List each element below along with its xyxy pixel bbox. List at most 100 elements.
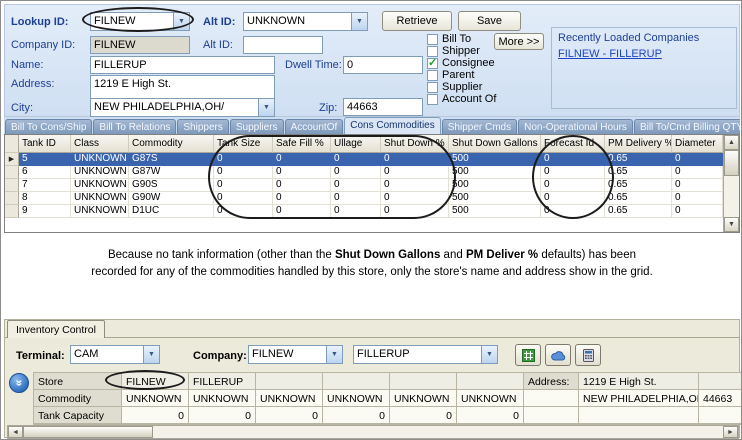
tab-inventory-control[interactable]: Inventory Control — [7, 320, 105, 338]
cell[interactable]: 0 — [381, 179, 449, 192]
cell[interactable]: 0 — [273, 179, 331, 192]
tab-non-operational-hours[interactable]: Non-Operational Hours — [518, 119, 633, 134]
cell[interactable]: 500 — [449, 205, 541, 218]
tab-suppliers[interactable]: Suppliers — [230, 119, 284, 134]
vertical-scrollbar[interactable]: ▲ ▼ — [723, 135, 739, 232]
cell[interactable]: 500 — [449, 192, 541, 205]
cell[interactable]: 0 — [331, 205, 381, 218]
cell[interactable]: 9 — [19, 205, 71, 218]
col-header-ullage[interactable]: Ullage — [331, 135, 381, 153]
terminal-combo[interactable]: CAM ▼ — [70, 345, 160, 364]
cell[interactable]: 0 — [273, 166, 331, 179]
cell[interactable]: G90W — [129, 192, 214, 205]
consignee-checkbox[interactable]: ✓ — [427, 58, 438, 69]
expand-rows-button[interactable]: » — [9, 373, 29, 393]
cell[interactable]: G87W — [129, 166, 214, 179]
cell[interactable]: 500 — [449, 153, 541, 166]
cell[interactable]: 0 — [672, 192, 723, 205]
cell[interactable]: 0 — [214, 205, 273, 218]
more-button[interactable]: More >> — [494, 33, 544, 50]
cell[interactable]: 0 — [331, 166, 381, 179]
col-header-shut-down-pct[interactable]: Shut Down % — [381, 135, 449, 153]
cell[interactable]: 7 — [19, 179, 71, 192]
save-button[interactable]: Save — [458, 11, 521, 31]
alt-id2-field[interactable] — [243, 36, 323, 54]
cell[interactable]: UNKNOWN — [71, 153, 129, 166]
col-header-tank-size[interactable]: Tank Size — [214, 135, 273, 153]
cell[interactable]: 0 — [273, 192, 331, 205]
dwell-time-field[interactable]: 0 — [343, 56, 423, 74]
cell[interactable]: UNKNOWN — [71, 179, 129, 192]
cell[interactable]: 0 — [381, 166, 449, 179]
cell[interactable]: 0.65 — [605, 192, 672, 205]
cell[interactable]: 0.65 — [605, 166, 672, 179]
cell[interactable]: 0 — [541, 179, 605, 192]
col-header-diameter[interactable]: Diameter — [672, 135, 723, 153]
col-header-shut-down-gallons[interactable]: Shut Down Gallons — [449, 135, 541, 153]
cell[interactable]: UNKNOWN — [71, 166, 129, 179]
col-header-class[interactable]: Class — [71, 135, 129, 153]
cell[interactable]: 0 — [214, 192, 273, 205]
cloud-button[interactable] — [545, 344, 571, 366]
table-row[interactable]: 9 UNKNOWN D1UC 0 0 0 0 500 0 0.65 0 — [5, 205, 739, 218]
account-of-checkbox[interactable] — [427, 94, 438, 105]
tab-account-of[interactable]: AccountOf — [285, 119, 344, 134]
cell[interactable]: 0.65 — [605, 179, 672, 192]
company-name-combo[interactable]: FILLERUP ▼ — [353, 345, 498, 364]
company-combo[interactable]: FILNEW ▼ — [248, 345, 343, 364]
tab-bill-to-relations[interactable]: Bill To Relations — [93, 119, 176, 134]
cell[interactable]: 0 — [541, 166, 605, 179]
cell[interactable]: G90S — [129, 179, 214, 192]
cell[interactable]: 0 — [381, 205, 449, 218]
scrollbar-thumb[interactable] — [23, 426, 153, 438]
cell[interactable]: 500 — [449, 166, 541, 179]
cell[interactable]: D1UC — [129, 205, 214, 218]
cell[interactable]: 0.65 — [605, 153, 672, 166]
supplier-checkbox[interactable] — [427, 82, 438, 93]
cell[interactable]: 0 — [331, 192, 381, 205]
table-row[interactable]: 7 UNKNOWN G90S 0 0 0 0 500 0 0.65 0 — [5, 179, 739, 192]
name-field[interactable]: FILLERUP — [90, 56, 275, 74]
horizontal-scrollbar[interactable]: ◄ ► — [7, 425, 739, 439]
cell[interactable]: UNKNOWN — [71, 192, 129, 205]
scroll-right-button[interactable]: ► — [723, 426, 738, 438]
cell[interactable]: 500 — [449, 179, 541, 192]
cell[interactable]: 0 — [672, 166, 723, 179]
cell[interactable]: UNKNOWN — [71, 205, 129, 218]
cell[interactable]: 0 — [541, 153, 605, 166]
tab-shippers[interactable]: Shippers — [177, 119, 228, 134]
city-combo[interactable]: NEW PHILADELPHIA,OH/ ▼ — [90, 98, 275, 117]
scrollbar-track[interactable] — [153, 426, 723, 438]
cell[interactable]: 5 — [19, 153, 71, 166]
cell[interactable]: 0 — [273, 153, 331, 166]
company-id-field[interactable]: FILNEW — [90, 36, 190, 54]
table-row[interactable]: 6 UNKNOWN G87W 0 0 0 0 500 0 0.65 0 — [5, 166, 739, 179]
cell[interactable]: 0 — [331, 153, 381, 166]
cell[interactable]: 8 — [19, 192, 71, 205]
tab-bill-to-cons-ship[interactable]: Bill To Cons/Ship — [5, 119, 92, 134]
col-header-forecast-id[interactable]: Forecast Id — [541, 135, 605, 153]
cell[interactable]: 0 — [273, 205, 331, 218]
scroll-left-button[interactable]: ◄ — [8, 426, 23, 438]
tab-cons-commodities[interactable]: Cons Commodities — [344, 117, 440, 134]
bill-to-checkbox[interactable] — [427, 34, 438, 45]
cell[interactable]: 0 — [381, 192, 449, 205]
col-header-tank-id[interactable]: Tank ID — [19, 135, 71, 153]
cell[interactable]: 0 — [672, 179, 723, 192]
cell[interactable]: 0 — [672, 205, 723, 218]
cell[interactable]: 0 — [381, 153, 449, 166]
cell[interactable]: 0 — [214, 179, 273, 192]
cell[interactable]: 0 — [672, 153, 723, 166]
col-header-safe-fill[interactable]: Safe Fill % — [273, 135, 331, 153]
scroll-down-button[interactable]: ▼ — [724, 217, 739, 232]
scrollbar-thumb[interactable] — [724, 150, 739, 176]
tab-bill-to-cmd-billing-qty[interactable]: Bill To/Cmd Billing QTY — [634, 119, 740, 134]
scroll-up-button[interactable]: ▲ — [724, 135, 739, 150]
cell[interactable]: G87S — [129, 153, 214, 166]
col-header-pm-delivery[interactable]: PM Delivery % — [605, 135, 672, 153]
alt-id-combo[interactable]: UNKNOWN ▼ — [243, 12, 368, 31]
lookup-id-combo[interactable]: FILNEW ▼ — [90, 12, 190, 31]
col-header-commodity[interactable]: Commodity — [129, 135, 214, 153]
table-row[interactable]: 8 UNKNOWN G90W 0 0 0 0 500 0 0.65 0 — [5, 192, 739, 205]
cell[interactable]: 6 — [19, 166, 71, 179]
